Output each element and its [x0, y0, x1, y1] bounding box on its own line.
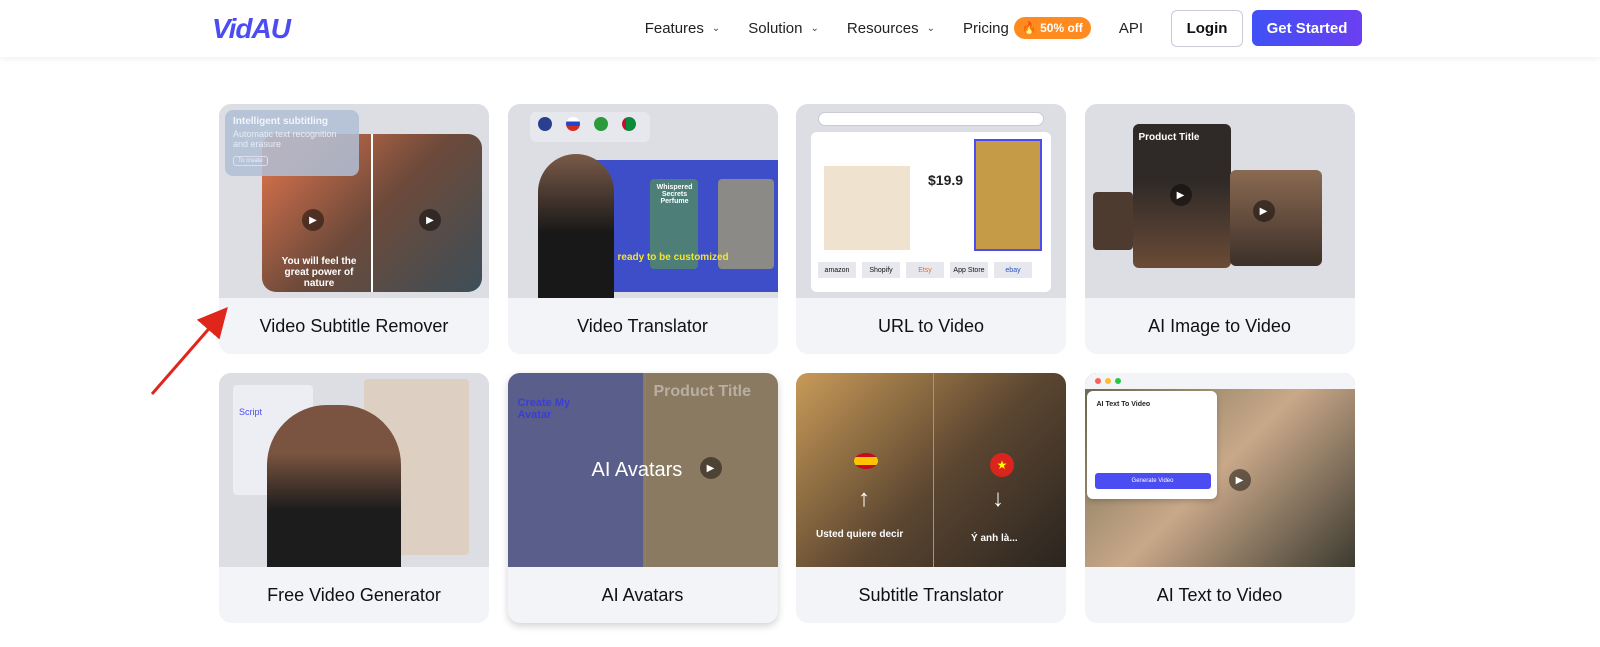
flag-vietnam-icon: ★: [990, 453, 1014, 477]
tool-card-ai-avatars[interactable]: Create My Avatar Product Title AI Avatar…: [507, 373, 778, 623]
translated-caption: Ý anh là...: [971, 533, 1018, 544]
nav-label: Resources: [846, 19, 919, 37]
tool-card-video-subtitle-remover[interactable]: ▶ ▶ Intelligent subtitling Automatic tex…: [219, 104, 489, 354]
login-button[interactable]: Login: [1171, 9, 1243, 47]
overlay-title: Product Title: [1138, 132, 1200, 143]
arrow-down-icon: ↓: [992, 485, 1004, 512]
flag-russia-icon: [565, 117, 580, 131]
badge-text: 50% off: [1040, 21, 1083, 35]
flag-brazil-icon: [593, 117, 608, 131]
nav-label: Solution: [748, 19, 803, 37]
tool-label: AI Avatars: [601, 584, 684, 605]
window-close-dot: [1094, 378, 1101, 384]
nav-api[interactable]: API: [1119, 20, 1143, 37]
tool-label: URL to Video: [877, 315, 985, 336]
tools-grid: ▶ ▶ Intelligent subtitling Automatic tex…: [219, 104, 1355, 623]
store-logo: Etsy: [906, 262, 944, 278]
get-started-button[interactable]: Get Started: [1252, 10, 1362, 46]
generate-video-button: Generate Video: [1094, 473, 1211, 489]
play-icon: ▶: [699, 457, 722, 479]
tool-label: Video Translator: [577, 315, 708, 336]
nav-label: Features: [644, 19, 704, 37]
play-icon: ▶: [1228, 469, 1251, 491]
window-maximize-dot: [1114, 378, 1121, 384]
tool-thumbnail: ★ ↑ ↓ Usted quiere decir Ý anh là...: [796, 373, 1066, 567]
video-caption: Usted quiere decir: [816, 529, 904, 540]
overlay-subtitle: Automatic text recognition and erasure: [233, 129, 337, 149]
tool-label: Subtitle Translator: [858, 584, 1004, 605]
nav-label: Pricing: [962, 19, 1009, 37]
flag-uk-icon: [537, 117, 552, 131]
tool-label: AI Text to Video: [1156, 584, 1283, 605]
overlay-title: Whispered Secrets Perfume: [656, 184, 693, 205]
chevron-down-icon: ⌄: [810, 22, 819, 34]
store-logo: Shopify: [862, 262, 900, 278]
tool-card-ai-text-to-video[interactable]: AI Text To Video Generate Video ▶ AI Tex…: [1084, 373, 1355, 623]
tool-thumbnail: $19.9 amazon Shopify Etsy App Store ebay: [796, 104, 1066, 298]
tool-thumbnail: Script: [219, 373, 489, 567]
overlay-button: To create: [233, 156, 268, 166]
nav-solution[interactable]: Solution ⌄: [748, 20, 819, 37]
overlay-subtitle: Product Title: [653, 383, 752, 400]
overlay-title: Script: [239, 407, 263, 417]
product-price: $19.9: [928, 172, 964, 188]
tool-card-subtitle-translator[interactable]: ★ ↑ ↓ Usted quiere decir Ý anh là... Sub…: [796, 373, 1066, 623]
flag-spain-icon: [854, 453, 878, 469]
tool-card-free-video-generator[interactable]: Script Free Video Generator: [219, 373, 489, 623]
logo[interactable]: VidAU: [212, 13, 291, 45]
store-logo: ebay: [994, 262, 1032, 278]
overlay-title: Intelligent subtitling: [233, 116, 328, 127]
tool-card-url-to-video[interactable]: $19.9 amazon Shopify Etsy App Store ebay…: [796, 104, 1066, 354]
tool-thumbnail: Whispered Secrets Perfume ready to be cu…: [507, 104, 778, 298]
tool-label: Video Subtitle Remover: [259, 315, 449, 336]
tool-card-video-translator[interactable]: Whispered Secrets Perfume ready to be cu…: [507, 104, 778, 354]
chevron-down-icon: ⌄: [711, 22, 721, 34]
nav-pricing[interactable]: Pricing 🔥 50% off: [963, 17, 1091, 39]
discount-badge: 🔥 50% off: [1013, 17, 1091, 39]
nav-resources[interactable]: Resources ⌄: [847, 20, 935, 37]
arrow-up-icon: ↑: [858, 485, 870, 512]
main-nav: Features ⌄ Solution ⌄ Resources ⌄ Pricing 🔥 …: [645, 9, 1362, 47]
tool-label: AI Image to Video: [1148, 315, 1291, 336]
store-logo: App Store: [950, 262, 988, 278]
store-logo: amazon: [818, 262, 856, 278]
annotation-arrow: [150, 306, 228, 395]
tool-thumbnail: AI Text To Video Generate Video ▶: [1084, 373, 1355, 567]
video-caption: ready to be customized: [617, 252, 729, 263]
top-nav: VidAU Features ⌄ Solution ⌄ Resources ⌄ Pri…: [0, 0, 1600, 57]
play-icon: ▶: [302, 209, 324, 231]
video-caption: AI Avatars: [591, 459, 683, 481]
chevron-down-icon: ⌄: [926, 22, 935, 34]
play-icon: ▶: [1252, 200, 1275, 222]
overlay-title: AI Text To Video: [1096, 401, 1151, 408]
overlay-title: Create My Avatar: [517, 397, 571, 421]
tool-thumbnail: Create My Avatar Product Title AI Avatar…: [507, 373, 778, 567]
tool-thumbnail: Product Title ▶ ▶: [1084, 104, 1355, 298]
flag-uae-icon: [621, 117, 636, 131]
video-caption: You will feel the great power of nature: [281, 256, 357, 289]
play-icon: ▶: [1169, 184, 1192, 206]
tool-thumbnail: ▶ ▶ Intelligent subtitling Automatic tex…: [219, 104, 489, 298]
tool-label: Free Video Generator: [267, 584, 441, 605]
play-icon: ▶: [419, 209, 441, 231]
nav-features[interactable]: Features ⌄: [645, 20, 721, 37]
tool-card-ai-image-to-video[interactable]: Product Title ▶ ▶ AI Image to Video: [1084, 104, 1355, 354]
nav-label: API: [1118, 19, 1143, 37]
window-minimize-dot: [1104, 378, 1111, 384]
